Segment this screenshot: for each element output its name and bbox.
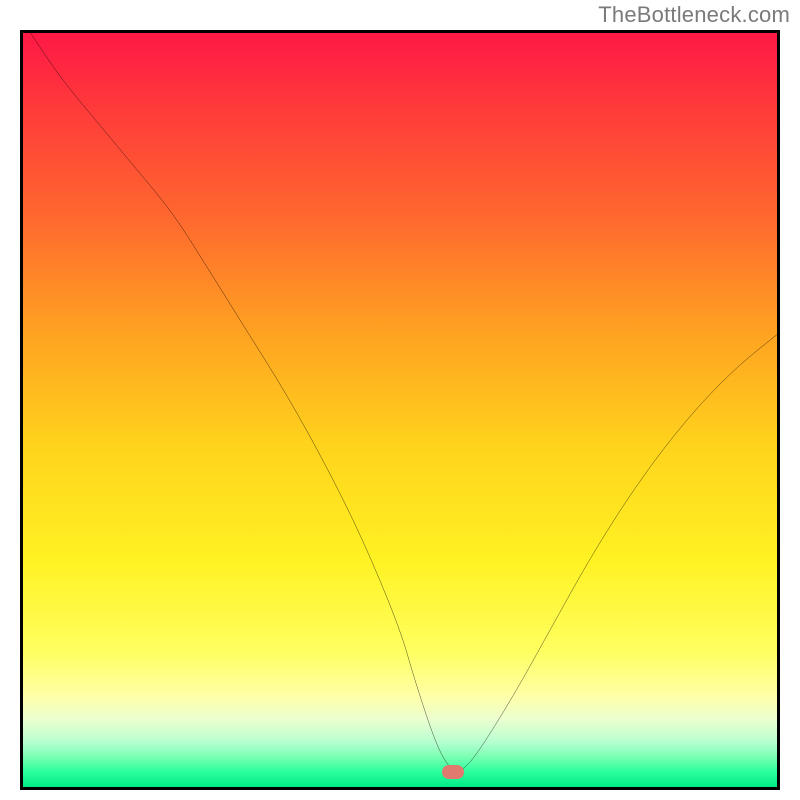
bottleneck-curve [23,33,777,787]
optimal-point-marker [442,765,464,779]
watermark-text: TheBottleneck.com [598,2,790,28]
page-root: TheBottleneck.com [0,0,800,800]
chart-frame [20,30,780,790]
